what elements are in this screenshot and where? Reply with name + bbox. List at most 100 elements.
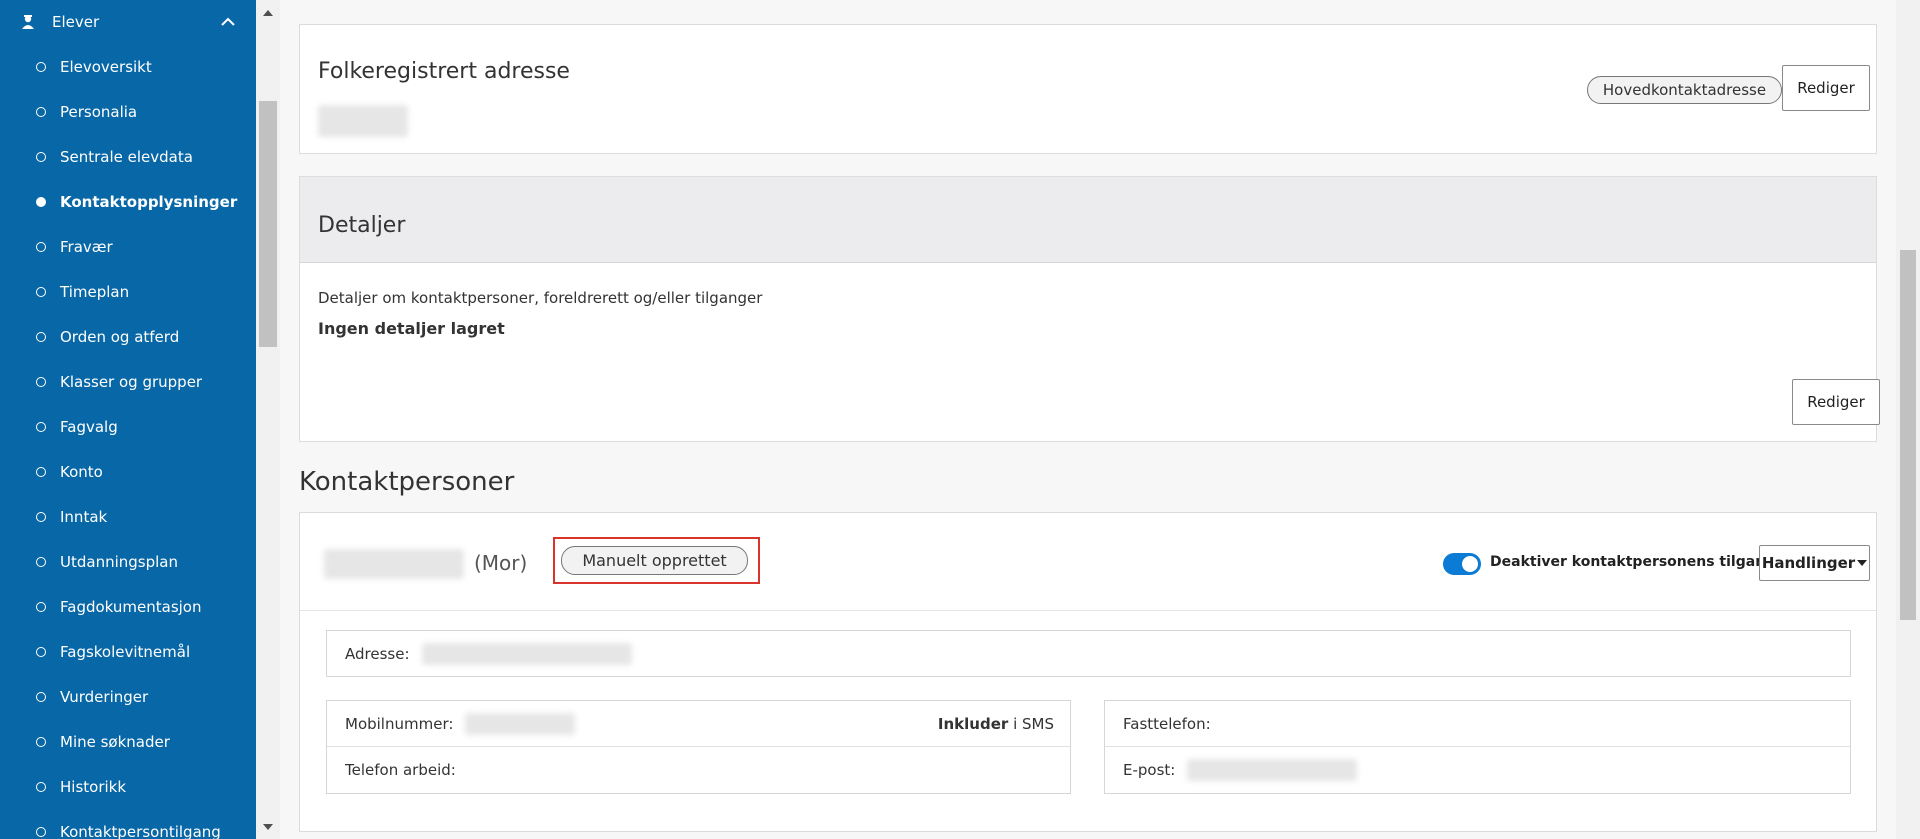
sidebar-item[interactable]: Elevoversikt — [0, 44, 256, 89]
circle-dot-icon — [36, 736, 46, 747]
sidebar: Elever Elevoversikt Personalia Sentrale el… — [0, 0, 256, 839]
sidebar-scrollbar-thumb[interactable] — [259, 101, 277, 347]
sidebar-item-label: Timeplan — [60, 282, 130, 301]
circle-dot-icon — [36, 646, 46, 657]
sidebar-item[interactable]: Utdanningsplan — [0, 539, 256, 584]
circle-dot-icon — [36, 556, 46, 567]
circle-dot-icon — [36, 331, 46, 342]
sidebar-item[interactable]: Fagvalg — [0, 404, 256, 449]
sidebar-item[interactable]: Inntak — [0, 494, 256, 539]
sidebar-item[interactable]: Historikk — [0, 764, 256, 809]
contact-address-label: Adresse: — [345, 644, 410, 663]
sidebar-item[interactable]: Vurderinger — [0, 674, 256, 719]
landline-label: Fasttelefon: — [1123, 714, 1211, 733]
circle-dot-icon — [36, 826, 46, 837]
deactivate-access-label: Deaktiver kontaktpersonens tilgang — [1490, 554, 1776, 570]
work-phone-label: Telefon arbeid: — [345, 761, 456, 779]
circle-dot-icon — [36, 421, 46, 432]
sidebar-item-label: Mine søknader — [60, 732, 170, 751]
address-value-redacted — [318, 105, 408, 137]
sidebar-item[interactable]: Kontaktopplysninger — [0, 179, 256, 224]
details-card: Detaljer Detaljer om kontaktpersoner, fo… — [299, 176, 1880, 442]
sidebar-scrollbar[interactable] — [256, 0, 280, 839]
sidebar-item-label: Fagvalg — [60, 417, 118, 436]
circle-dot-icon — [36, 106, 46, 117]
circle-dot-icon — [36, 511, 46, 522]
circle-dot-icon — [36, 781, 46, 792]
sidebar-item-label: Inntak — [60, 507, 108, 526]
main-content: Folkeregistrert adresse Hovedkontaktadre… — [280, 0, 1896, 839]
contact-person-header: (Mor) Manuelt opprettet Deaktiver kontak… — [300, 513, 1876, 611]
circle-dot-icon — [36, 241, 46, 252]
sidebar-list: Elevoversikt Personalia Sentrale elevdata K… — [0, 44, 256, 839]
mobile-label: Mobilnummer: — [345, 714, 454, 733]
sidebar-item-label: Elevoversikt — [60, 57, 152, 76]
sidebar-item-label: Fravær — [60, 237, 113, 256]
deactivate-access-toggle[interactable] — [1443, 553, 1481, 575]
details-card-title: Detaljer — [318, 213, 406, 238]
mobile-row: Mobilnummer: Inkluder i SMS — [327, 701, 1070, 747]
scroll-down-arrow-icon[interactable] — [256, 818, 280, 836]
sidebar-item-label: Historikk — [60, 777, 127, 796]
address-card: Folkeregistrert adresse Hovedkontaktadre… — [299, 24, 1877, 154]
sidebar-item-label: Vurderinger — [60, 687, 149, 706]
sms-include-text: Inkluder i SMS — [938, 715, 1054, 733]
sidebar-item[interactable]: Fravær — [0, 224, 256, 269]
circle-dot-icon — [36, 601, 46, 612]
sidebar-item[interactable]: Timeplan — [0, 269, 256, 314]
sidebar-item-label: Kontaktpersontilgang — [60, 822, 221, 839]
edit-details-button[interactable]: Rediger — [1792, 379, 1880, 425]
contact-name-redacted — [324, 549, 464, 579]
sidebar-item-label: Utdanningsplan — [60, 552, 178, 571]
sidebar-item[interactable]: Fagskolevitnemål — [0, 629, 256, 674]
actions-dropdown-button[interactable]: Handlinger — [1759, 545, 1870, 581]
circle-dot-icon — [36, 691, 46, 702]
contact-phone-box: Mobilnummer: Inkluder i SMS Telefon arbe… — [326, 700, 1071, 794]
contacts-section-title: Kontaktpersoner — [299, 467, 515, 497]
sidebar-item-label: Personalia — [60, 102, 138, 121]
sidebar-item-label: Kontaktopplysninger — [60, 192, 238, 211]
sidebar-item[interactable]: Sentrale elevdata — [0, 134, 256, 179]
caret-down-icon — [1857, 560, 1868, 566]
details-card-header: Detaljer — [300, 177, 1876, 263]
contact-relation: (Mor) — [474, 551, 528, 575]
sidebar-item[interactable]: Konto — [0, 449, 256, 494]
toggle-knob — [1462, 556, 1478, 572]
contact-person-card: (Mor) Manuelt opprettet Deaktiver kontak… — [299, 512, 1877, 832]
work-phone-row: Telefon arbeid: — [327, 747, 1070, 793]
circle-dot-icon — [36, 286, 46, 297]
manually-created-badge: Manuelt opprettet — [561, 546, 748, 575]
contact-address-box: Adresse: — [326, 630, 1851, 677]
details-empty-text: Ingen detaljer lagret — [318, 319, 505, 338]
page-scrollbar-thumb[interactable] — [1900, 250, 1916, 620]
edit-address-button[interactable]: Rediger — [1782, 65, 1870, 111]
scroll-up-arrow-icon[interactable] — [256, 4, 280, 22]
sidebar-section-elever[interactable]: Elever — [0, 0, 256, 44]
sidebar-item-label: Fagskolevitnemål — [60, 642, 191, 661]
sidebar-item[interactable]: Orden og atferd — [0, 314, 256, 359]
page-scrollbar[interactable] — [1896, 0, 1920, 839]
sidebar-item[interactable]: Mine søknader — [0, 719, 256, 764]
details-description: Detaljer om kontaktpersoner, foreldreret… — [318, 289, 763, 307]
address-card-title: Folkeregistrert adresse — [318, 59, 570, 84]
mobile-redacted — [465, 712, 576, 735]
sms-suffix: i SMS — [1013, 714, 1054, 733]
email-redacted — [1187, 759, 1358, 781]
sidebar-item-label: Klasser og grupper — [60, 372, 203, 391]
active-dot-icon — [36, 196, 46, 207]
contact-address-row: Adresse: — [327, 631, 1850, 676]
contact-landline-box: Fasttelefon: E-post: — [1104, 700, 1851, 794]
sms-include: Inkluder — [937, 714, 1009, 733]
chevron-up-icon[interactable] — [218, 12, 238, 32]
sidebar-item-label: Fagdokumentasjon — [60, 597, 202, 616]
sidebar-item[interactable]: Kontaktpersontilgang — [0, 809, 256, 839]
sidebar-item-label: Orden og atferd — [60, 327, 180, 346]
landline-row: Fasttelefon: — [1105, 701, 1850, 747]
sidebar-item-label: Sentrale elevdata — [60, 147, 193, 166]
email-label: E-post: — [1123, 761, 1176, 779]
sidebar-item[interactable]: Klasser og grupper — [0, 359, 256, 404]
student-icon — [18, 12, 38, 32]
sidebar-item[interactable]: Fagdokumentasjon — [0, 584, 256, 629]
main-contact-badge: Hovedkontaktadresse — [1587, 76, 1782, 104]
sidebar-item[interactable]: Personalia — [0, 89, 256, 134]
